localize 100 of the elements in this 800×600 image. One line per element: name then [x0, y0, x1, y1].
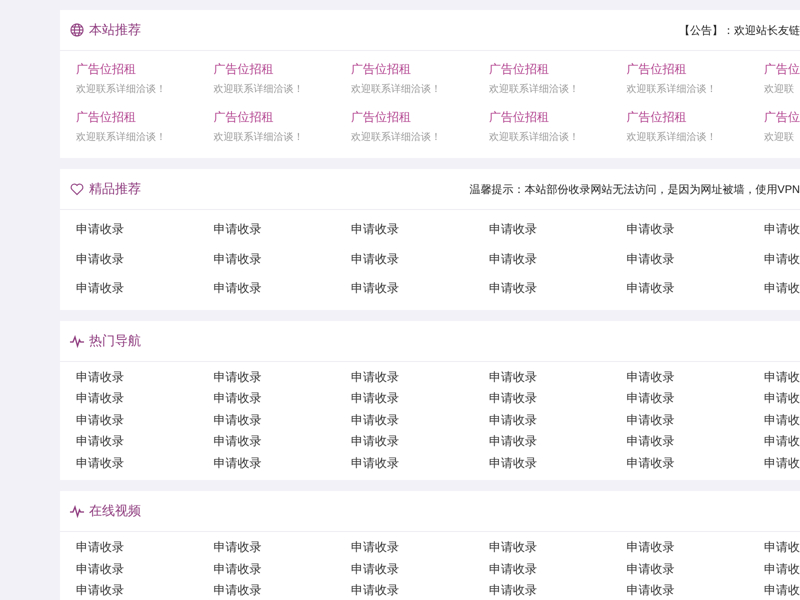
site-link[interactable]: 申请收录	[351, 215, 489, 244]
site-link[interactable]: 申请收	[764, 244, 800, 274]
site-link[interactable]: 申请收	[764, 274, 800, 304]
site-link[interactable]: 申请收录	[214, 388, 352, 410]
site-link[interactable]: 申请收录	[351, 537, 489, 558]
site-link[interactable]: 申请收录	[351, 274, 489, 304]
ad-subtitle: 欢迎联系详细洽谈！	[214, 130, 305, 144]
site-link[interactable]: 申请收录	[76, 244, 214, 274]
site-link[interactable]: 申请收录	[626, 452, 764, 474]
site-link[interactable]: 申请收录	[488, 431, 626, 452]
ad-subtitle: 欢迎联系详细洽谈！	[76, 130, 167, 144]
site-link[interactable]: 申请收录	[488, 537, 626, 558]
ad-link[interactable]: 广告位招租	[351, 109, 489, 126]
notice-text: 【公告】：欢迎站长友链	[679, 24, 800, 38]
site-link[interactable]: 申请收录	[214, 274, 352, 304]
site-link[interactable]: 申请收录	[76, 388, 214, 410]
site-link[interactable]: 申请收录	[214, 580, 352, 600]
site-link[interactable]: 申请收录	[488, 388, 626, 410]
site-link[interactable]: 申请收录	[488, 366, 626, 388]
site-link[interactable]: 申请收录	[76, 431, 214, 452]
site-link[interactable]: 申请收录	[626, 366, 764, 388]
ad-link[interactable]: 广告位招租	[488, 61, 626, 78]
site-link[interactable]: 申请收录	[626, 388, 764, 410]
site-link[interactable]: 申请收录	[488, 580, 626, 600]
site-link[interactable]: 申请收录	[76, 537, 214, 558]
site-link[interactable]: 申请收录	[214, 452, 352, 474]
site-link[interactable]: 申请收录	[626, 431, 764, 452]
site-link[interactable]: 申请收录	[76, 274, 214, 304]
site-link[interactable]: 申请收录	[351, 558, 489, 580]
site-link[interactable]: 申请收录	[488, 410, 626, 431]
ad-link[interactable]: 广告位招租	[488, 109, 626, 126]
ad-subtitle: 欢迎联系详细洽谈！	[488, 130, 580, 144]
site-link[interactable]: 申请收录	[76, 215, 214, 244]
site-link[interactable]: 申请收	[764, 452, 800, 474]
ad-subtitle: 欢迎联	[764, 82, 795, 96]
section-title: 热门导航	[89, 332, 141, 350]
site-link[interactable]: 申请收录	[76, 580, 214, 600]
ad-link[interactable]: 广告位招租	[76, 109, 214, 126]
ad-subtitle: 欢迎联系详细洽谈！	[488, 82, 580, 96]
site-link[interactable]: 申请收录	[214, 431, 352, 452]
ad-link[interactable]: 广告位招租	[351, 61, 489, 78]
site-link[interactable]: 申请收录	[214, 558, 352, 580]
site-link[interactable]: 申请收录	[488, 274, 626, 304]
site-link[interactable]: 申请收录	[626, 244, 764, 274]
section-title: 在线视频	[89, 502, 141, 520]
site-link[interactable]: 申请收录	[626, 410, 764, 431]
heart-icon	[70, 182, 84, 196]
site-link[interactable]: 申请收录	[488, 215, 626, 244]
site-link[interactable]: 申请收录	[626, 274, 764, 304]
ad-link[interactable]: 广告位招租	[214, 109, 352, 126]
site-link[interactable]: 申请收录	[626, 558, 764, 580]
site-link[interactable]: 申请收录	[351, 366, 489, 388]
site-link[interactable]: 申请收	[764, 431, 800, 452]
site-link[interactable]: 申请收录	[214, 215, 352, 244]
site-link[interactable]: 申请收	[764, 580, 800, 600]
ad-link[interactable]: 广告位	[764, 109, 800, 126]
site-link[interactable]: 申请收	[764, 215, 800, 244]
site-link[interactable]: 申请收	[764, 558, 800, 580]
site-link[interactable]: 申请收录	[488, 244, 626, 274]
site-link[interactable]: 申请收录	[214, 410, 352, 431]
site-link[interactable]: 申请收录	[214, 537, 352, 558]
ad-subtitle: 欢迎联系详细洽谈！	[626, 130, 718, 144]
ad-subtitle: 欢迎联系详细洽谈！	[214, 82, 305, 96]
site-link[interactable]: 申请收录	[626, 215, 764, 244]
site-link[interactable]: 申请收录	[76, 410, 214, 431]
ad-link[interactable]: 广告位招租	[214, 61, 352, 78]
site-link[interactable]: 申请收录	[76, 452, 214, 474]
site-link[interactable]: 申请收录	[214, 244, 352, 274]
site-link[interactable]: 申请收录	[351, 452, 489, 474]
ad-link[interactable]: 广告位招租	[626, 61, 764, 78]
ad-subtitle: 欢迎联系详细洽谈！	[626, 82, 718, 96]
section-title: 本站推荐	[89, 21, 141, 39]
site-link[interactable]: 申请收录	[626, 537, 764, 558]
section-title: 精品推荐	[89, 180, 141, 198]
site-link[interactable]: 申请收录	[351, 431, 489, 452]
site-link[interactable]: 申请收录	[351, 244, 489, 274]
ad-subtitle: 欢迎联	[764, 130, 795, 144]
site-link[interactable]: 申请收	[764, 388, 800, 410]
notice-text: 温馨提示：本站部份收录网站无法访问，是因为网址被墙，使用VPN	[469, 182, 800, 196]
site-link[interactable]: 申请收录	[76, 366, 214, 388]
site-link[interactable]: 申请收录	[351, 388, 489, 410]
site-link[interactable]: 申请收	[764, 537, 800, 558]
pulse-icon	[70, 504, 84, 518]
globe-icon	[70, 23, 84, 37]
ad-subtitle: 欢迎联系详细洽谈！	[76, 82, 167, 96]
pulse-icon	[70, 334, 84, 348]
site-link[interactable]: 申请收录	[76, 558, 214, 580]
site-link[interactable]: 申请收	[764, 366, 800, 388]
ad-subtitle: 欢迎联系详细洽谈！	[351, 82, 442, 96]
site-link[interactable]: 申请收录	[351, 580, 489, 600]
site-link[interactable]: 申请收录	[488, 452, 626, 474]
ad-link[interactable]: 广告位招租	[626, 109, 764, 126]
site-link[interactable]: 申请收录	[626, 580, 764, 600]
ad-link[interactable]: 广告位招租	[76, 61, 214, 78]
site-link[interactable]: 申请收录	[351, 410, 489, 431]
site-link[interactable]: 申请收	[764, 410, 800, 431]
site-link[interactable]: 申请收录	[214, 366, 352, 388]
ad-subtitle: 欢迎联系详细洽谈！	[351, 130, 442, 144]
ad-link[interactable]: 广告位	[764, 61, 800, 78]
site-link[interactable]: 申请收录	[488, 558, 626, 580]
